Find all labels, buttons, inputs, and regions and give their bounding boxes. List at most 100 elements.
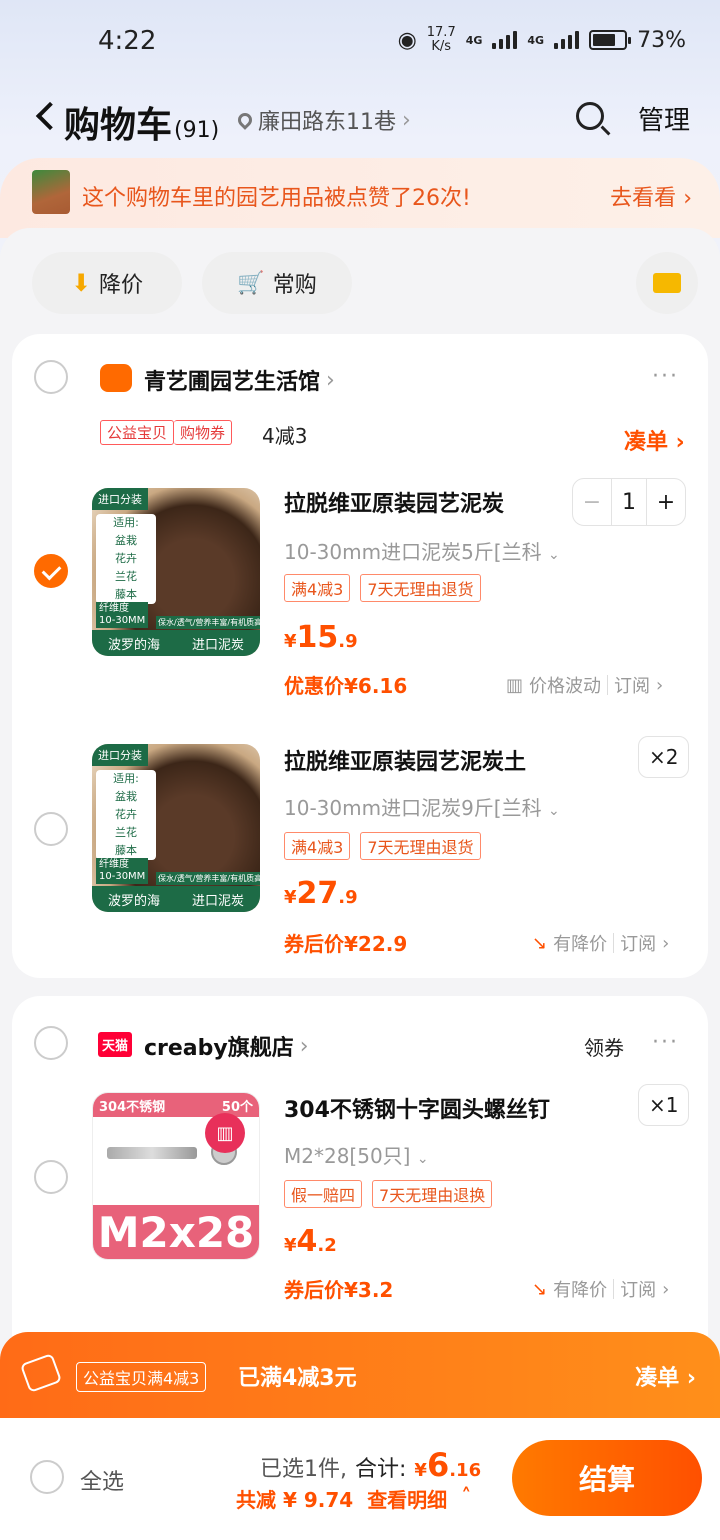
item3-image[interactable]: 304不锈钢 50个 ▥ M2x28 bbox=[92, 1092, 260, 1260]
store1-name: 青艺圃园艺生活馆 bbox=[144, 370, 321, 395]
price-dec: .9 bbox=[338, 631, 358, 652]
subscribe-label[interactable]: 订阅 bbox=[620, 1276, 656, 1302]
total-dec: .16 bbox=[449, 1460, 482, 1481]
battery-icon bbox=[589, 30, 632, 50]
tmall-badge: 天猫 bbox=[98, 1032, 133, 1057]
chevron-down-icon: ⌄ bbox=[416, 1151, 429, 1167]
item1-tags: 满4减3 7天无理由退货 bbox=[284, 574, 481, 602]
img-top-label: 进口分装 bbox=[92, 744, 148, 766]
chevron-right-icon: › bbox=[662, 1278, 670, 1300]
img-material: 304不锈钢 bbox=[99, 1099, 166, 1115]
banner-thumbnail bbox=[32, 170, 70, 214]
img-bottom-bar: 波罗的海 进口泥炭 bbox=[92, 886, 260, 912]
item2-quantity[interactable]: ×2 bbox=[638, 736, 690, 778]
subscribe-label[interactable]: 订阅 bbox=[614, 672, 650, 698]
chevron-right-icon: › bbox=[656, 674, 664, 696]
selected-count: 已选1件, bbox=[260, 1457, 347, 1482]
img-line: 花卉 bbox=[115, 808, 137, 821]
chevron-right-icon: › bbox=[326, 367, 335, 393]
img-line: 兰花 bbox=[115, 570, 137, 583]
select-all-label[interactable]: 全选 bbox=[80, 1464, 124, 1496]
status-icons: ◉ 17.7 K/s 4G 4G 73% bbox=[398, 26, 686, 54]
item1-spec[interactable]: 10-30mm进口泥炭5斤[兰科 ⌄ bbox=[284, 536, 560, 565]
location-text: 廉田路东11巷 bbox=[258, 110, 396, 135]
detail-link[interactable]: 查看明细 bbox=[367, 1484, 447, 1513]
item1-discount: 优惠价¥6.16 bbox=[284, 674, 408, 698]
item3-spec[interactable]: M2*28[50只] ⌄ bbox=[284, 1140, 429, 1169]
img-size-line: 纤维度 bbox=[99, 859, 129, 870]
img-big-label: M2x28 bbox=[93, 1205, 259, 1259]
banner-view-link[interactable]: 去看看 › bbox=[610, 180, 692, 212]
item3-quantity[interactable]: ×1 bbox=[638, 1084, 690, 1126]
img-bar-left: 波罗的海 bbox=[107, 893, 160, 909]
img-top-label: 进口分装 bbox=[92, 488, 148, 510]
store-icon bbox=[100, 364, 132, 392]
total-line: 已选1件, 合计: ¥6.16 bbox=[260, 1446, 481, 1484]
filter-price-drop[interactable]: ⬇ 降价 bbox=[32, 252, 182, 314]
item3-checkbox[interactable] bbox=[34, 1160, 68, 1194]
minus-icon[interactable]: − bbox=[573, 479, 611, 525]
more-icon[interactable]: ··· bbox=[652, 364, 679, 389]
more-icon[interactable]: ··· bbox=[652, 1030, 679, 1055]
filter-frequent[interactable]: 🛒 常购 bbox=[202, 252, 352, 314]
chevron-right-icon: › bbox=[683, 186, 692, 211]
chevron-right-icon: › bbox=[299, 1033, 309, 1059]
trend-label: 有降价 bbox=[553, 1280, 608, 1301]
img-bottom-bar: 波罗的海 进口泥炭 bbox=[92, 630, 260, 656]
back-icon[interactable] bbox=[35, 101, 65, 131]
item1-image[interactable]: 进口分装 适用: 盆栽 花卉 兰花 藤本 纤维度 10-30MM 保水/透气/营… bbox=[92, 488, 260, 656]
saved-amount: 共减 ¥ 9.74 bbox=[236, 1488, 354, 1512]
stats-icon[interactable]: ▥ bbox=[205, 1113, 245, 1153]
store1-link[interactable]: 青艺圃园艺生活馆 › bbox=[144, 364, 335, 396]
item2-checkbox[interactable] bbox=[34, 812, 68, 846]
img-count: 50个 bbox=[221, 1099, 253, 1115]
down-arrow-icon: ↘ bbox=[532, 932, 548, 954]
item3-name[interactable]: 304不锈钢十字圆头螺丝钉 bbox=[284, 1092, 614, 1124]
search-icon[interactable] bbox=[576, 102, 604, 130]
price-dec: .2 bbox=[317, 1235, 337, 1256]
promo-link-label: 凑单 bbox=[635, 1366, 680, 1391]
price-int: 27 bbox=[296, 876, 339, 911]
img-size: 纤维度 10-30MM bbox=[96, 602, 149, 628]
item2-price-trend[interactable]: ↘ 有降价 订阅 › bbox=[532, 930, 669, 956]
chevron-right-icon: › bbox=[402, 107, 411, 133]
img-size-line: 纤维度 bbox=[99, 603, 129, 614]
item1-checkbox[interactable] bbox=[34, 554, 68, 588]
select-all-checkbox[interactable] bbox=[30, 1460, 64, 1494]
checkout-button[interactable]: 结算 bbox=[512, 1440, 702, 1516]
banner-link-label: 去看看 bbox=[610, 186, 677, 211]
store2-checkbox[interactable] bbox=[34, 1026, 68, 1060]
item1-qty[interactable]: 1 bbox=[611, 479, 647, 525]
manage-button[interactable]: 管理 bbox=[638, 100, 690, 137]
eye-icon: ◉ bbox=[397, 27, 417, 53]
img-bar-right: 进口泥炭 bbox=[191, 637, 244, 653]
store1-collect-link[interactable]: 凑单 › bbox=[624, 424, 685, 456]
item2-spec[interactable]: 10-30mm进口泥炭9斤[兰科 ⌄ bbox=[284, 792, 560, 821]
folder-button[interactable] bbox=[636, 252, 698, 314]
plus-icon[interactable]: + bbox=[647, 479, 685, 525]
tag-coupon: 购物券 bbox=[174, 420, 233, 445]
item2-name[interactable]: 拉脱维亚原装园艺泥炭土 bbox=[284, 744, 584, 776]
price-drop-icon: ⬇ bbox=[70, 269, 92, 297]
item1-price-trend[interactable]: ▥ 价格波动 订阅 › bbox=[506, 672, 663, 698]
store1-checkbox[interactable] bbox=[34, 360, 68, 394]
img-line: 兰花 bbox=[115, 826, 137, 839]
img-suitable: 适用: 盆栽 花卉 兰花 藤本 bbox=[96, 514, 156, 604]
subscribe-label[interactable]: 订阅 bbox=[620, 930, 656, 956]
item2-image[interactable]: 进口分装 适用: 盆栽 花卉 兰花 藤本 纤维度 10-30MM 保水/透气/营… bbox=[92, 744, 260, 912]
promo-collect-link[interactable]: 凑单 › bbox=[635, 1360, 696, 1392]
frequent-label: 常购 bbox=[272, 273, 317, 298]
tag-promo: 满4减3 bbox=[284, 832, 351, 860]
coupon-button[interactable]: 领券 bbox=[584, 1032, 624, 1061]
location-selector[interactable]: 廉田路东11巷 › bbox=[235, 104, 411, 136]
item3-price-trend[interactable]: ↘ 有降价 订阅 › bbox=[532, 1276, 669, 1302]
item1-quantity-stepper[interactable]: − 1 + bbox=[572, 478, 686, 526]
item1-name[interactable]: 拉脱维亚原装园艺泥炭 bbox=[284, 486, 564, 518]
store2-link[interactable]: creaby旗舰店 › bbox=[144, 1030, 309, 1062]
signal-icon bbox=[492, 31, 518, 49]
img-size: 纤维度 10-30MM bbox=[96, 858, 149, 884]
tag-promo: 满4减3 bbox=[284, 574, 351, 602]
store2-name: creaby旗舰店 bbox=[144, 1036, 294, 1061]
img-caption: 保水/透气/营养丰富/有机质高 bbox=[156, 616, 260, 629]
saved-line[interactable]: 共减 ¥ 9.74 查看明细 ˄ bbox=[236, 1484, 471, 1513]
